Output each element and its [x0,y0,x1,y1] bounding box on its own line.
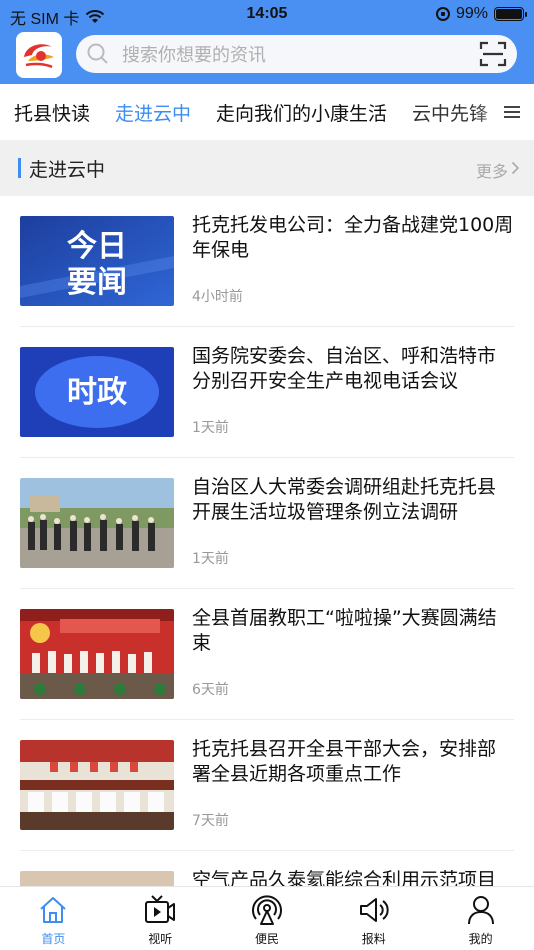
nav-video[interactable]: 视听 [107,887,214,950]
news-list: 今日 要闻 托克托发电公司：全力备战建党100周年保电 4小时前 时政 国务院安… [0,196,534,886]
bottom-nav: 首页 视听 便民 报料 我的 [0,886,534,950]
news-thumbnail: 时政 [20,347,174,437]
app-logo-icon[interactable] [16,32,62,78]
thumb-text-line1: 今日 [67,229,127,264]
tab-tuoxian-kuaidu[interactable]: 托县快读 [0,99,101,126]
news-time: 6天前 [192,682,229,698]
news-title[interactable]: 自治区人大常委会调研组赴托克托县开展生活垃圾管理条例立法调研 [192,475,514,525]
section-header: 走进云中 更多 [0,140,534,196]
news-thumbnail [20,478,174,568]
nav-home-label: 首页 [41,932,66,946]
news-item[interactable]: 托克托县召开全县干部大会，安排部署全县近期各项重点工作 7天前 [0,720,534,851]
news-thumbnail [20,871,174,886]
nav-profile-label: 我的 [468,932,493,946]
news-title[interactable]: 托克托发电公司：全力备战建党100周年保电 [192,213,514,263]
tab-zoujin-yunzhong[interactable]: 走进云中 [101,99,202,126]
news-time: 4小时前 [192,289,243,305]
nav-report[interactable]: 报料 [320,887,427,950]
news-title[interactable]: 托克托县召开全县干部大会，安排部署全县近期各项重点工作 [192,737,514,787]
news-item[interactable]: 今日 要闻 托克托发电公司：全力备战建党100周年保电 4小时前 [0,196,534,327]
news-item[interactable]: 时政 国务院安委会、自治区、呼和浩特市分别召开安全生产电视电话会议 1天前 [0,327,534,458]
thumb-text: 时政 [67,375,127,410]
chevron-right-icon[interactable] [511,161,520,175]
battery-icon [494,7,527,21]
status-bar: 无 SIM 卡 14:05 99% [0,0,534,28]
scan-icon[interactable] [479,41,507,67]
user-icon [467,896,494,925]
nav-service[interactable]: 便民 [214,887,321,950]
news-item[interactable]: 空气产品久泰氦能综合利用示范项目 [0,851,534,886]
section-accent-bar [18,158,21,178]
category-tabs: 托县快读 走进云中 走向我们的小康生活 云中先锋 [0,84,534,140]
nav-service-label: 便民 [254,932,279,946]
news-thumbnail [20,609,174,699]
news-time: 7天前 [192,813,229,829]
tab-xiaokang-shenghuo[interactable]: 走向我们的小康生活 [202,99,398,126]
more-link[interactable]: 更多 [476,158,508,182]
search-icon [87,43,108,64]
battery-fill [496,9,522,19]
orientation-lock-icon [435,7,450,21]
nav-profile[interactable]: 我的 [427,887,534,950]
home-icon [40,897,67,923]
news-title[interactable]: 全县首届教职工“啦啦操”大赛圆满结束 [192,606,514,656]
news-time: 1天前 [192,551,229,567]
nav-report-label: 报料 [361,932,386,946]
section-title: 走进云中 [29,159,106,181]
news-title[interactable]: 国务院安委会、自治区、呼和浩特市分别召开安全生产电视电话会议 [192,344,514,394]
nav-home[interactable]: 首页 [0,887,107,950]
news-thumbnail: 今日 要闻 [20,216,174,306]
nav-video-label: 视听 [148,932,173,946]
search-bar[interactable] [76,35,517,73]
broadcast-icon [251,895,282,925]
news-item[interactable]: 自治区人大常委会调研组赴托克托县开展生活垃圾管理条例立法调研 1天前 [0,458,534,589]
news-time: 1天前 [192,420,229,436]
news-item[interactable]: 全县首届教职工“啦啦操”大赛圆满结束 6天前 [0,589,534,720]
news-title[interactable]: 空气产品久泰氦能综合利用示范项目 [192,868,514,886]
menu-icon[interactable] [504,106,520,118]
battery-percent: 99% [455,5,488,22]
status-right: 99% [435,5,527,23]
header: 无 SIM 卡 14:05 99% [0,0,534,84]
app-screen: 无 SIM 卡 14:05 99% 搜索你想要的资讯 托县快读 走进云中 走向我… [0,0,534,950]
megaphone-icon [359,898,389,922]
tv-icon [145,895,176,923]
search-input[interactable] [122,43,462,67]
news-thumbnail [20,740,174,830]
thumb-text-line2: 要闻 [67,265,127,300]
